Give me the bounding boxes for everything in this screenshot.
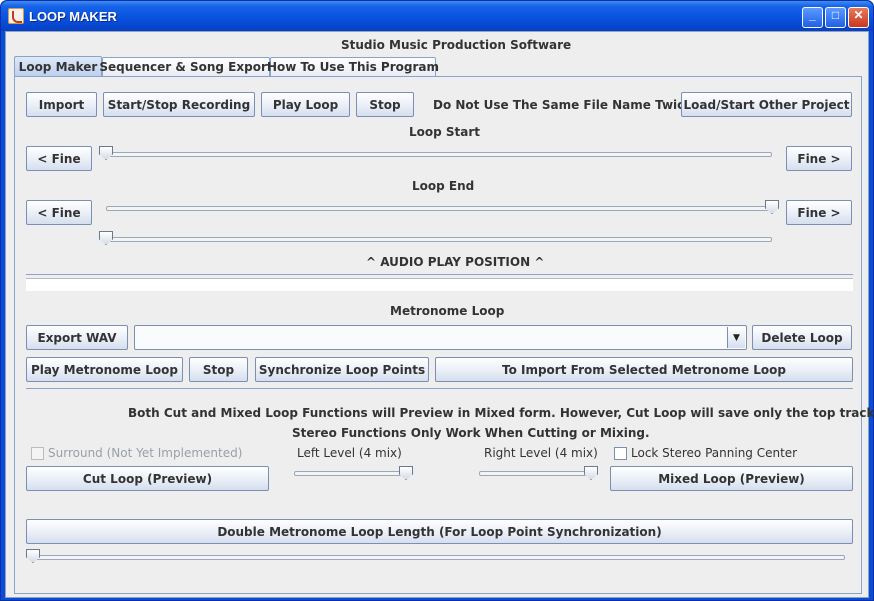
left-level-label: Left Level (4 mix) [297,446,402,460]
metronome-stop-button[interactable]: Stop [189,357,248,382]
play-loop-button[interactable]: Play Loop [261,92,350,117]
play-position-label: ^ AUDIO PLAY POSITION ^ [366,255,545,269]
sync-loop-points-button[interactable]: Synchronize Loop Points [255,357,429,382]
right-level-label: Right Level (4 mix) [484,446,598,460]
loop-end-fine-right[interactable]: Fine > [786,200,852,225]
metronome-loop-select[interactable]: ▼ [134,325,747,350]
left-level-slider-track[interactable] [294,471,406,476]
audio-position-bar [26,278,853,291]
cut-loop-button[interactable]: Cut Loop (Preview) [26,466,269,491]
chevron-down-icon[interactable]: ▼ [727,327,745,348]
loop-end-slider-thumb[interactable] [765,200,779,214]
tab-how-to-use[interactable]: How To Use This Program [267,57,439,76]
loop-start-fine-right[interactable]: Fine > [786,146,852,171]
stereo-note: Stereo Functions Only Work When Cutting … [292,426,650,440]
tab-sequencer[interactable]: Sequencer & Song Export [99,57,273,76]
app-name: Studio Music Production Software [341,38,572,52]
stop-button[interactable]: Stop [356,92,414,117]
loop-end-slider-track[interactable] [106,206,772,211]
java-cup-icon [8,8,24,24]
play-metronome-button[interactable]: Play Metronome Loop [26,357,183,382]
double-loop-slider-track[interactable] [33,555,845,560]
separator [26,274,853,275]
play-position-slider-thumb[interactable] [99,231,113,245]
title-bar[interactable]: LOOP MAKER _ □ ✕ [1,1,873,31]
right-level-slider-track[interactable] [479,471,591,476]
window-content: Studio Music Production Software Loop Ma… [5,31,874,598]
loop-end-fine-left[interactable]: < Fine [26,200,92,225]
loop-end-label: Loop End [412,179,475,193]
double-loop-length-button[interactable]: Double Metronome Loop Length (For Loop P… [26,519,853,544]
maximize-button[interactable]: □ [825,7,846,28]
separator [26,388,853,389]
metronome-loop-label: Metronome Loop [390,304,505,318]
lock-stereo-checkbox[interactable] [614,447,627,460]
loop-maker-panel: Import Start/Stop Recording Play Loop St… [14,76,874,594]
import-selected-metronome-button[interactable]: To Import From Selected Metronome Loop [435,357,853,382]
import-button[interactable]: Import [26,92,97,117]
lock-stereo-label: Lock Stereo Panning Center [631,446,798,460]
play-position-slider-track[interactable] [106,237,772,242]
export-wav-button[interactable]: Export WAV [26,325,128,350]
left-level-slider-thumb[interactable] [399,466,413,480]
loop-start-slider-track[interactable] [106,152,772,157]
loop-start-fine-left[interactable]: < Fine [26,146,92,171]
loop-start-label: Loop Start [409,125,481,139]
tab-loop-maker[interactable]: Loop Maker [14,56,102,76]
right-level-slider-thumb[interactable] [584,466,598,480]
surround-checkbox[interactable] [31,447,44,460]
surround-label: Surround (Not Yet Implemented) [48,446,243,460]
load-project-button[interactable]: Load/Start Other Project [681,92,852,117]
double-loop-slider-thumb[interactable] [26,549,40,563]
record-button[interactable]: Start/Stop Recording [103,92,255,117]
minimize-button[interactable]: _ [802,7,823,28]
close-button[interactable]: ✕ [848,7,869,28]
app-window: LOOP MAKER _ □ ✕ Studio Music Production… [0,0,874,601]
filename-warning: Do Not Use The Same File Name Twice. [433,98,697,112]
delete-loop-button[interactable]: Delete Loop [752,325,852,350]
mixed-loop-button[interactable]: Mixed Loop (Preview) [610,466,853,491]
window-title: LOOP MAKER [29,9,117,24]
loop-start-slider-thumb[interactable] [99,146,113,160]
mix-note: Both Cut and Mixed Loop Functions will P… [128,406,874,420]
